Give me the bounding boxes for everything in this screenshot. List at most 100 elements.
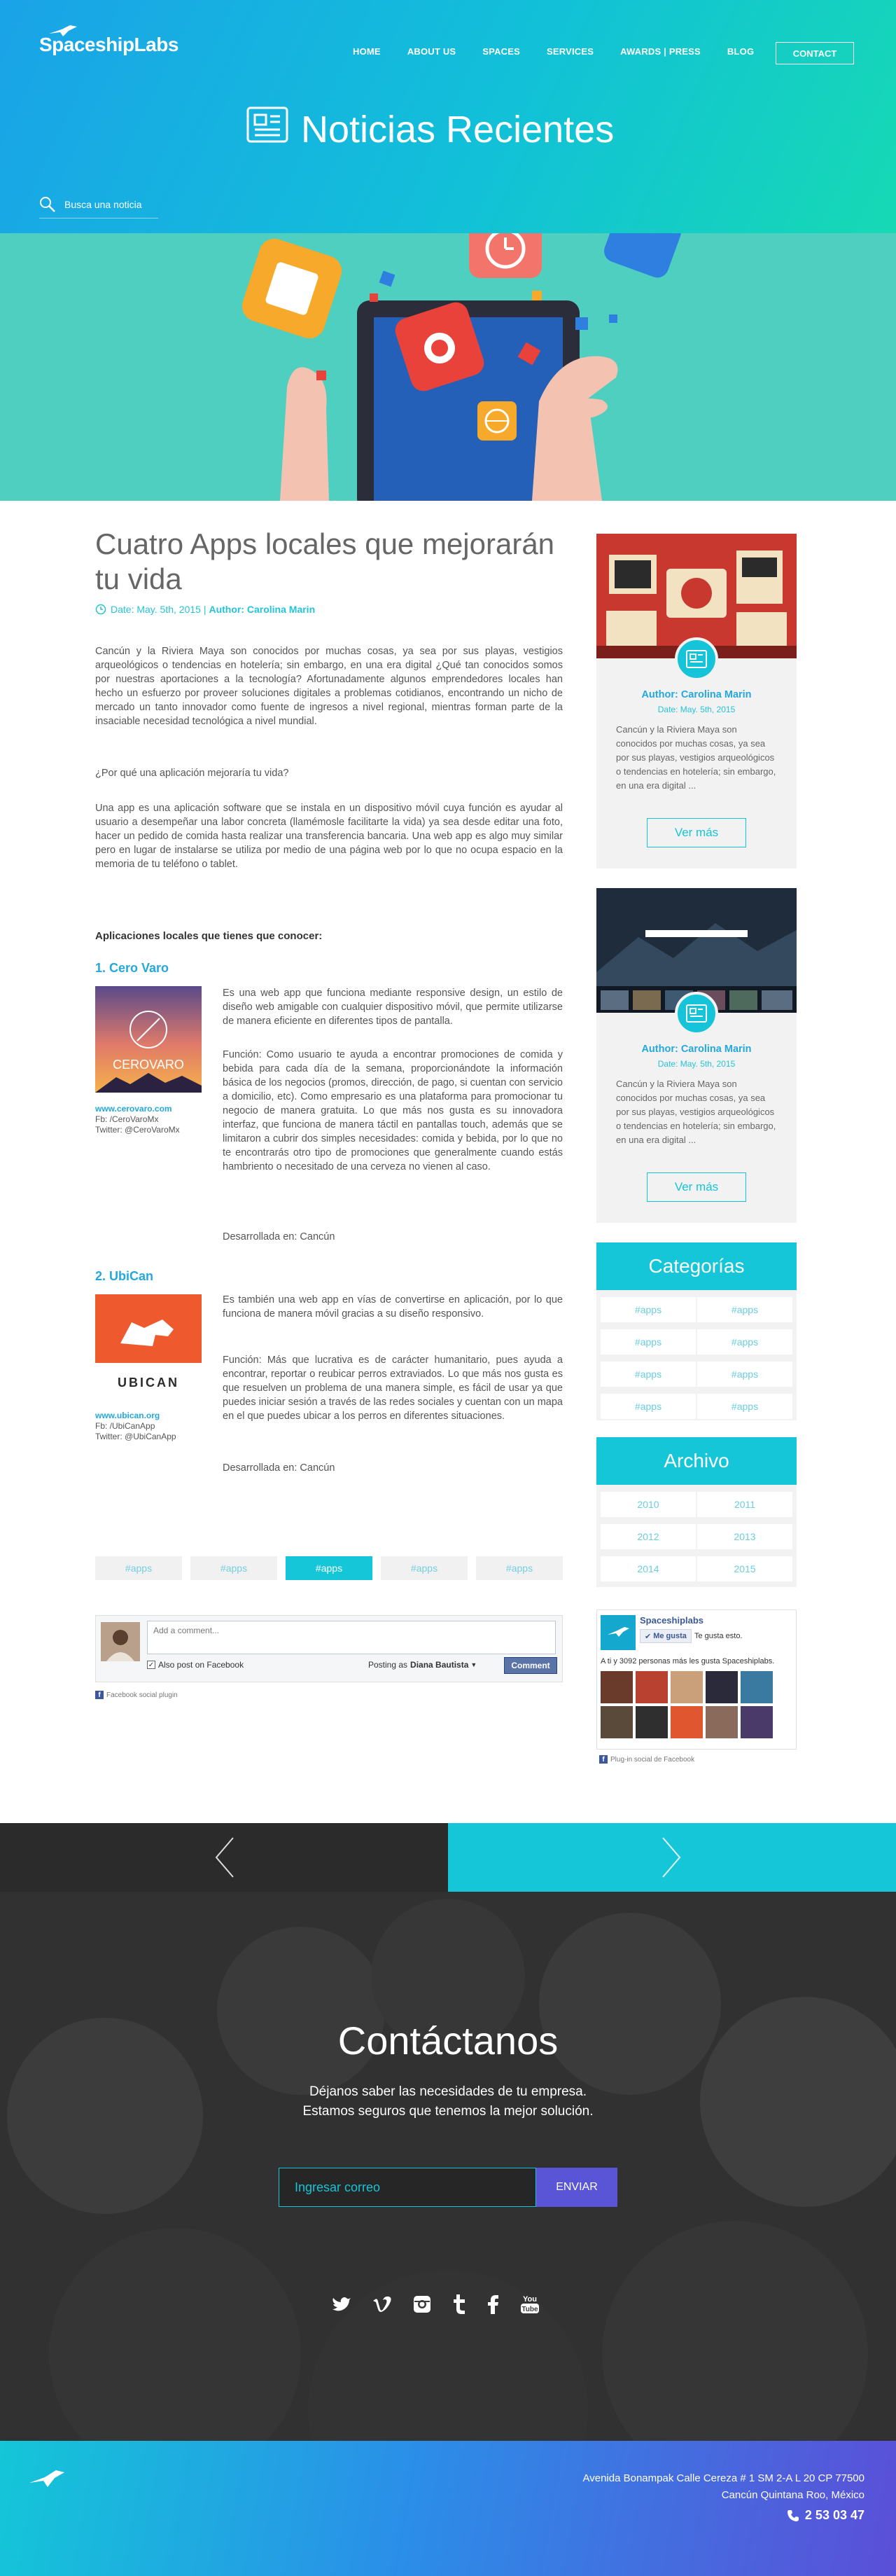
nav-home[interactable]: HOME [353, 46, 381, 57]
youtube-icon[interactable]: You Tube [519, 2294, 540, 2315]
ubican-dev: Desarrollada en: Cancún [223, 1462, 335, 1474]
contact-button[interactable]: CONTACT [776, 42, 854, 64]
nav-spaces[interactable]: SPACES [482, 46, 520, 57]
nav-blog[interactable]: BLOG [727, 46, 754, 57]
comment-button[interactable]: Comment [504, 1657, 557, 1674]
instagram-icon[interactable] [413, 2295, 431, 2313]
contact-line-2: Estamos seguros que tenemos la mejor sol… [302, 2104, 594, 2119]
send-button[interactable]: ENVIAR [536, 2168, 617, 2207]
card-excerpt: Cancún y la Riviera Maya son conocidos p… [616, 1079, 776, 1145]
comment-input[interactable]: Add a comment... [147, 1621, 556, 1654]
article-author[interactable]: Author: Carolina Marin [209, 604, 315, 615]
facebook-icon: f [599, 1755, 608, 1764]
fan-avatar[interactable] [671, 1706, 703, 1738]
archive-year[interactable]: 2010 [601, 1492, 696, 1517]
cerovaro-fb: Fb: /CeroVaroMx [95, 1114, 159, 1124]
app-title-cerovaro: 1. Cero Varo [95, 961, 169, 975]
fan-avatar[interactable] [706, 1706, 738, 1738]
fan-avatar[interactable] [636, 1706, 668, 1738]
ubican-fb: Fb: /UbiCanApp [95, 1421, 155, 1431]
address-line-1: Avenida Bonampak Calle Cereza # 1 SM 2-A… [582, 2472, 864, 2484]
ver-mas-button[interactable]: Ver más [647, 818, 746, 847]
ver-mas-button[interactable]: Ver más [647, 1172, 746, 1202]
ubican-links: www.ubican.org Fb: /UbiCanApp Twitter: @… [95, 1411, 202, 1442]
cerovaro-logo-text: CEROVARO [113, 1058, 184, 1072]
search-input[interactable]: Busca una noticia [39, 191, 158, 219]
card-date: Date: May. 5th, 2015 [657, 1059, 736, 1069]
posting-user[interactable]: Diana Bautista [410, 1660, 468, 1670]
tag-apps[interactable]: #apps [381, 1556, 468, 1580]
category-item[interactable]: #apps [601, 1362, 696, 1387]
archive-year[interactable]: 2013 [697, 1524, 792, 1549]
address-line-2: Cancún Quintana Roo, México [721, 2489, 864, 2501]
fb-like-plugin-text: Plug-in social de Facebook [610, 1755, 695, 1764]
category-item[interactable]: #apps [697, 1297, 792, 1322]
posting-as: Posting as Diana Bautista ▼ [368, 1660, 477, 1670]
fan-avatar[interactable] [741, 1671, 773, 1703]
fan-avatar[interactable] [601, 1706, 633, 1738]
archive-heading: Archivo [596, 1437, 797, 1485]
hero-header: SpaceshipLabs HOME ABOUT US SPACES SERVI… [0, 0, 896, 233]
nav-about-us[interactable]: ABOUT US [407, 46, 456, 57]
tag-apps[interactable]: #apps [95, 1556, 182, 1580]
vimeo-icon[interactable] [372, 2296, 392, 2313]
cerovaro-website-link[interactable]: www.cerovaro.com [95, 1104, 202, 1114]
fan-avatar[interactable] [636, 1671, 668, 1703]
category-item[interactable]: #apps [601, 1329, 696, 1355]
nav-services[interactable]: SERVICES [547, 46, 594, 57]
facebook-comments: Add a comment... ✓ Also post on Facebook… [95, 1615, 563, 1708]
paragraph-intro: Cancún y la Riviera Maya son conocidos p… [95, 646, 563, 727]
footer-phone[interactable]: 2 53 03 47 [787, 2508, 864, 2523]
fan-avatar[interactable] [741, 1706, 773, 1738]
footer-logo[interactable] [28, 2469, 66, 2493]
page-title-wrap: Noticias Recientes [246, 106, 614, 152]
tumblr-icon[interactable] [452, 2294, 466, 2314]
card-author[interactable]: Author: Carolina Marin [596, 1044, 797, 1055]
archive-year[interactable]: 2014 [601, 1556, 696, 1581]
app-title-ubican: 2. UbiCan [95, 1269, 154, 1283]
contact-form: Ingresar correo ENVIAR [279, 2168, 617, 2207]
post-badge [675, 992, 718, 1035]
fan-avatar[interactable] [671, 1671, 703, 1703]
category-item[interactable]: #apps [601, 1297, 696, 1322]
spaceship-icon [49, 25, 77, 36]
category-item[interactable]: #apps [697, 1329, 792, 1355]
also-post-checkbox[interactable]: ✓ Also post on Facebook [147, 1660, 244, 1670]
contact-subtitle: Déjanos saber las necesidades de tu empr… [0, 2082, 896, 2121]
slider-next[interactable] [448, 1823, 896, 1892]
archive-year[interactable]: 2015 [697, 1556, 792, 1581]
newspaper-icon [246, 106, 288, 152]
article-tags: #apps #apps #apps #apps #apps [95, 1556, 563, 1580]
article: Cuatro Apps locales que mejorarán tu vid… [95, 527, 563, 1474]
card-excerpt: Cancún y la Riviera Maya son conocidos p… [616, 724, 776, 791]
sidebar-post-card-1: Author: Carolina Marin Date: May. 5th, 2… [596, 534, 797, 868]
fan-avatar[interactable] [706, 1671, 738, 1703]
nav-awards-press[interactable]: AWARDS | PRESS [620, 46, 701, 57]
ubican-logo-image: UBICAN [95, 1294, 202, 1401]
category-item[interactable]: #apps [697, 1362, 792, 1387]
archive-year[interactable]: 2012 [601, 1524, 696, 1549]
archive-year[interactable]: 2011 [697, 1492, 792, 1517]
slider-prev[interactable] [0, 1823, 448, 1892]
fb-like-label: Me gusta [653, 1632, 687, 1640]
fb-page-avatar[interactable] [601, 1615, 636, 1650]
email-field[interactable]: Ingresar correo [279, 2168, 536, 2207]
twitter-icon[interactable] [332, 2296, 351, 2313]
categories-heading: Categorías [596, 1242, 797, 1290]
facebook-icon[interactable] [487, 2294, 498, 2314]
categories-list: #apps #apps #apps #apps #apps #apps #app… [596, 1290, 797, 1420]
ubican-website-link[interactable]: www.ubican.org [95, 1411, 202, 1421]
logo[interactable]: SpaceshipLabs [39, 25, 178, 56]
fb-like-button[interactable]: ✔ Me gusta [640, 1629, 692, 1643]
tag-apps[interactable]: #apps [190, 1556, 277, 1580]
fb-page-name[interactable]: Spaceshiplabs [640, 1615, 704, 1626]
main-nav: HOME ABOUT US SPACES SERVICES AWARDS | P… [353, 46, 780, 57]
category-item[interactable]: #apps [697, 1394, 792, 1419]
tag-apps-active[interactable]: #apps [286, 1556, 372, 1580]
card-author[interactable]: Author: Carolina Marin [596, 689, 797, 700]
article-title: Cuatro Apps locales que mejorarán tu vid… [95, 527, 555, 595]
fan-avatar[interactable] [601, 1671, 633, 1703]
tag-apps[interactable]: #apps [476, 1556, 563, 1580]
category-item[interactable]: #apps [601, 1394, 696, 1419]
social-links: You Tube [332, 2294, 561, 2315]
